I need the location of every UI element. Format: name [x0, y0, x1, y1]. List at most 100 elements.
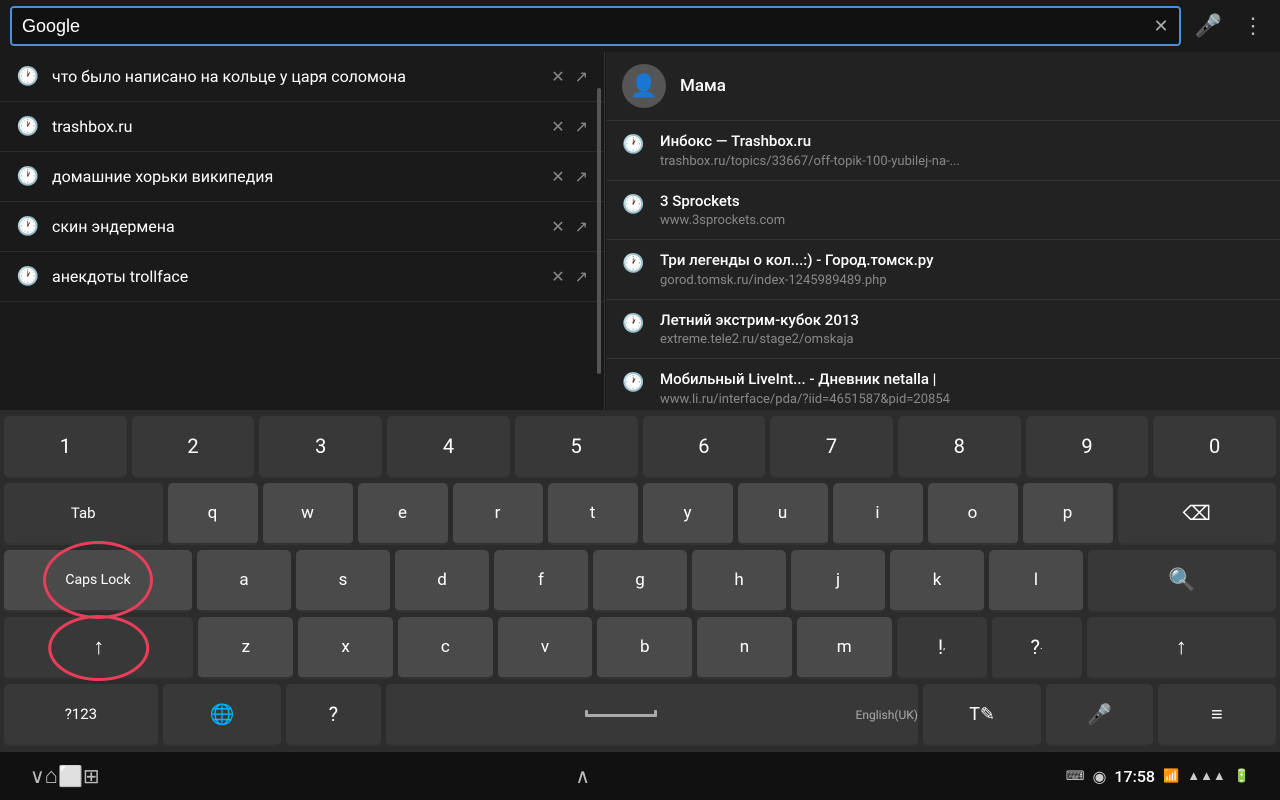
- text-edit-key[interactable]: T✎: [923, 684, 1041, 746]
- key-i[interactable]: i: [833, 483, 923, 545]
- key-exclamation[interactable]: !,: [897, 617, 987, 679]
- key-e[interactable]: e: [358, 483, 448, 545]
- key-3[interactable]: 3: [259, 416, 382, 478]
- history-item[interactable]: 🕐 Инбокс — Trashbox.ru trashbox.ru/topic…: [606, 121, 1280, 181]
- key-6[interactable]: 6: [643, 416, 766, 478]
- history-content: 3 Sprockets www.3sprockets.com: [660, 192, 1264, 229]
- suggestion-item[interactable]: 🕐 домашние хорьки википедия ✕ ↗: [0, 152, 604, 202]
- key-0[interactable]: 0: [1153, 416, 1276, 478]
- suggestion-arrow-icon[interactable]: ↗: [575, 167, 588, 186]
- space-key[interactable]: English(UK): [386, 684, 918, 746]
- key-1[interactable]: 1: [4, 416, 127, 478]
- suggestion-actions: ✕ ↗: [551, 267, 588, 286]
- history-item[interactable]: 🕐 Мобильный LiveInt... - Дневник netalla…: [606, 359, 1280, 410]
- shift-right-key[interactable]: ↑: [1087, 617, 1276, 679]
- key-x[interactable]: x: [298, 617, 393, 679]
- key-b[interactable]: b: [597, 617, 692, 679]
- clock-icon: 🕐: [16, 166, 40, 187]
- qr-button[interactable]: ⊞: [83, 764, 100, 788]
- key-k[interactable]: k: [890, 550, 984, 612]
- android-icon: ◉: [1092, 767, 1106, 786]
- key-p[interactable]: p: [1023, 483, 1113, 545]
- suggestion-text: домашние хорьки википедия: [52, 167, 539, 186]
- key-u[interactable]: u: [738, 483, 828, 545]
- microphone-key[interactable]: 🎤: [1046, 684, 1152, 746]
- clock-icon: 🕐: [622, 372, 646, 393]
- microphone-icon[interactable]: 🎤: [1189, 8, 1228, 45]
- key-j[interactable]: j: [791, 550, 885, 612]
- key-v[interactable]: v: [498, 617, 593, 679]
- suggestion-item[interactable]: 🕐 trashbox.ru ✕ ↗: [0, 102, 604, 152]
- suggestion-item[interactable]: 🕐 анекдоты trollface ✕ ↗: [0, 252, 604, 302]
- key-l[interactable]: l: [989, 550, 1083, 612]
- suggestion-item[interactable]: 🕐 скин эндермена ✕ ↗: [0, 202, 604, 252]
- suggestion-text: скин эндермена: [52, 217, 539, 236]
- suggestion-close-icon[interactable]: ✕: [551, 217, 564, 236]
- key-question[interactable]: ?.: [992, 617, 1082, 679]
- key-w[interactable]: w: [263, 483, 353, 545]
- home-button[interactable]: ⌂: [45, 763, 58, 789]
- key-4[interactable]: 4: [387, 416, 510, 478]
- more-options-icon[interactable]: ⋮: [1236, 8, 1270, 45]
- key-a[interactable]: a: [197, 550, 291, 612]
- clock-icon: 🕐: [622, 194, 646, 215]
- key-d[interactable]: d: [395, 550, 489, 612]
- contact-name: Мама: [680, 76, 726, 96]
- suggestion-item[interactable]: 🕐 что было написано на кольце у царя сол…: [0, 52, 604, 102]
- shift-left-key[interactable]: ↑: [4, 617, 193, 679]
- caps-lock-key[interactable]: Caps Lock: [4, 550, 192, 612]
- key-7[interactable]: 7: [770, 416, 893, 478]
- suggestion-arrow-icon[interactable]: ↗: [575, 67, 588, 86]
- suggestion-close-icon[interactable]: ✕: [551, 117, 564, 136]
- history-url: trashbox.ru/topics/33667/off-topik-100-y…: [660, 154, 1264, 169]
- suggestion-close-icon[interactable]: ✕: [551, 167, 564, 186]
- history-title: Летний экстрим-кубок 2013: [660, 311, 1264, 331]
- scroll-up-button[interactable]: ∧: [575, 764, 590, 788]
- numeric-key[interactable]: ?123: [4, 684, 158, 746]
- suggestion-close-icon[interactable]: ✕: [551, 267, 564, 286]
- search-input-wrapper[interactable]: ✕: [10, 6, 1181, 46]
- key-s[interactable]: s: [296, 550, 390, 612]
- search-input[interactable]: [22, 16, 1154, 37]
- backspace-key[interactable]: ⌫: [1118, 483, 1277, 545]
- clock-icon: 🕐: [16, 216, 40, 237]
- key-q[interactable]: q: [168, 483, 258, 545]
- avatar: 👤: [622, 64, 666, 108]
- contact-item[interactable]: 👤 Мама: [606, 52, 1280, 121]
- key-5[interactable]: 5: [515, 416, 638, 478]
- back-button[interactable]: ∨: [30, 764, 45, 788]
- key-9[interactable]: 9: [1026, 416, 1149, 478]
- key-n[interactable]: n: [697, 617, 792, 679]
- key-g[interactable]: g: [593, 550, 687, 612]
- key-y[interactable]: y: [643, 483, 733, 545]
- suggestion-text: что было написано на кольце у царя солом…: [52, 67, 539, 86]
- clipboard-key[interactable]: ≡: [1158, 684, 1276, 746]
- history-item[interactable]: 🕐 Летний экстрим-кубок 2013 extreme.tele…: [606, 300, 1280, 360]
- key-h[interactable]: h: [692, 550, 786, 612]
- clock-icon: 🕐: [622, 134, 646, 155]
- key-o[interactable]: o: [928, 483, 1018, 545]
- recents-button[interactable]: ⬜: [58, 764, 83, 788]
- suggestion-actions: ✕ ↗: [551, 167, 588, 186]
- history-item[interactable]: 🕐 Три легенды о кол...:) - Город.томск.р…: [606, 240, 1280, 300]
- clock-icon: 🕐: [16, 266, 40, 287]
- question-key[interactable]: ?: [286, 684, 381, 746]
- key-z[interactable]: z: [198, 617, 293, 679]
- suggestion-arrow-icon[interactable]: ↗: [575, 267, 588, 286]
- search-key[interactable]: 🔍: [1088, 550, 1276, 612]
- globe-key[interactable]: 🌐: [163, 684, 281, 746]
- suggestion-actions: ✕ ↗: [551, 117, 588, 136]
- suggestion-arrow-icon[interactable]: ↗: [575, 217, 588, 236]
- history-item[interactable]: 🕐 3 Sprockets www.3sprockets.com: [606, 181, 1280, 241]
- key-c[interactable]: c: [398, 617, 493, 679]
- key-tab[interactable]: Tab: [4, 483, 163, 545]
- key-f[interactable]: f: [494, 550, 588, 612]
- suggestion-arrow-icon[interactable]: ↗: [575, 117, 588, 136]
- key-m[interactable]: m: [797, 617, 892, 679]
- key-r[interactable]: r: [453, 483, 543, 545]
- key-t[interactable]: t: [548, 483, 638, 545]
- key-8[interactable]: 8: [898, 416, 1021, 478]
- key-2[interactable]: 2: [132, 416, 255, 478]
- clear-icon[interactable]: ✕: [1154, 16, 1169, 37]
- suggestion-close-icon[interactable]: ✕: [551, 67, 564, 86]
